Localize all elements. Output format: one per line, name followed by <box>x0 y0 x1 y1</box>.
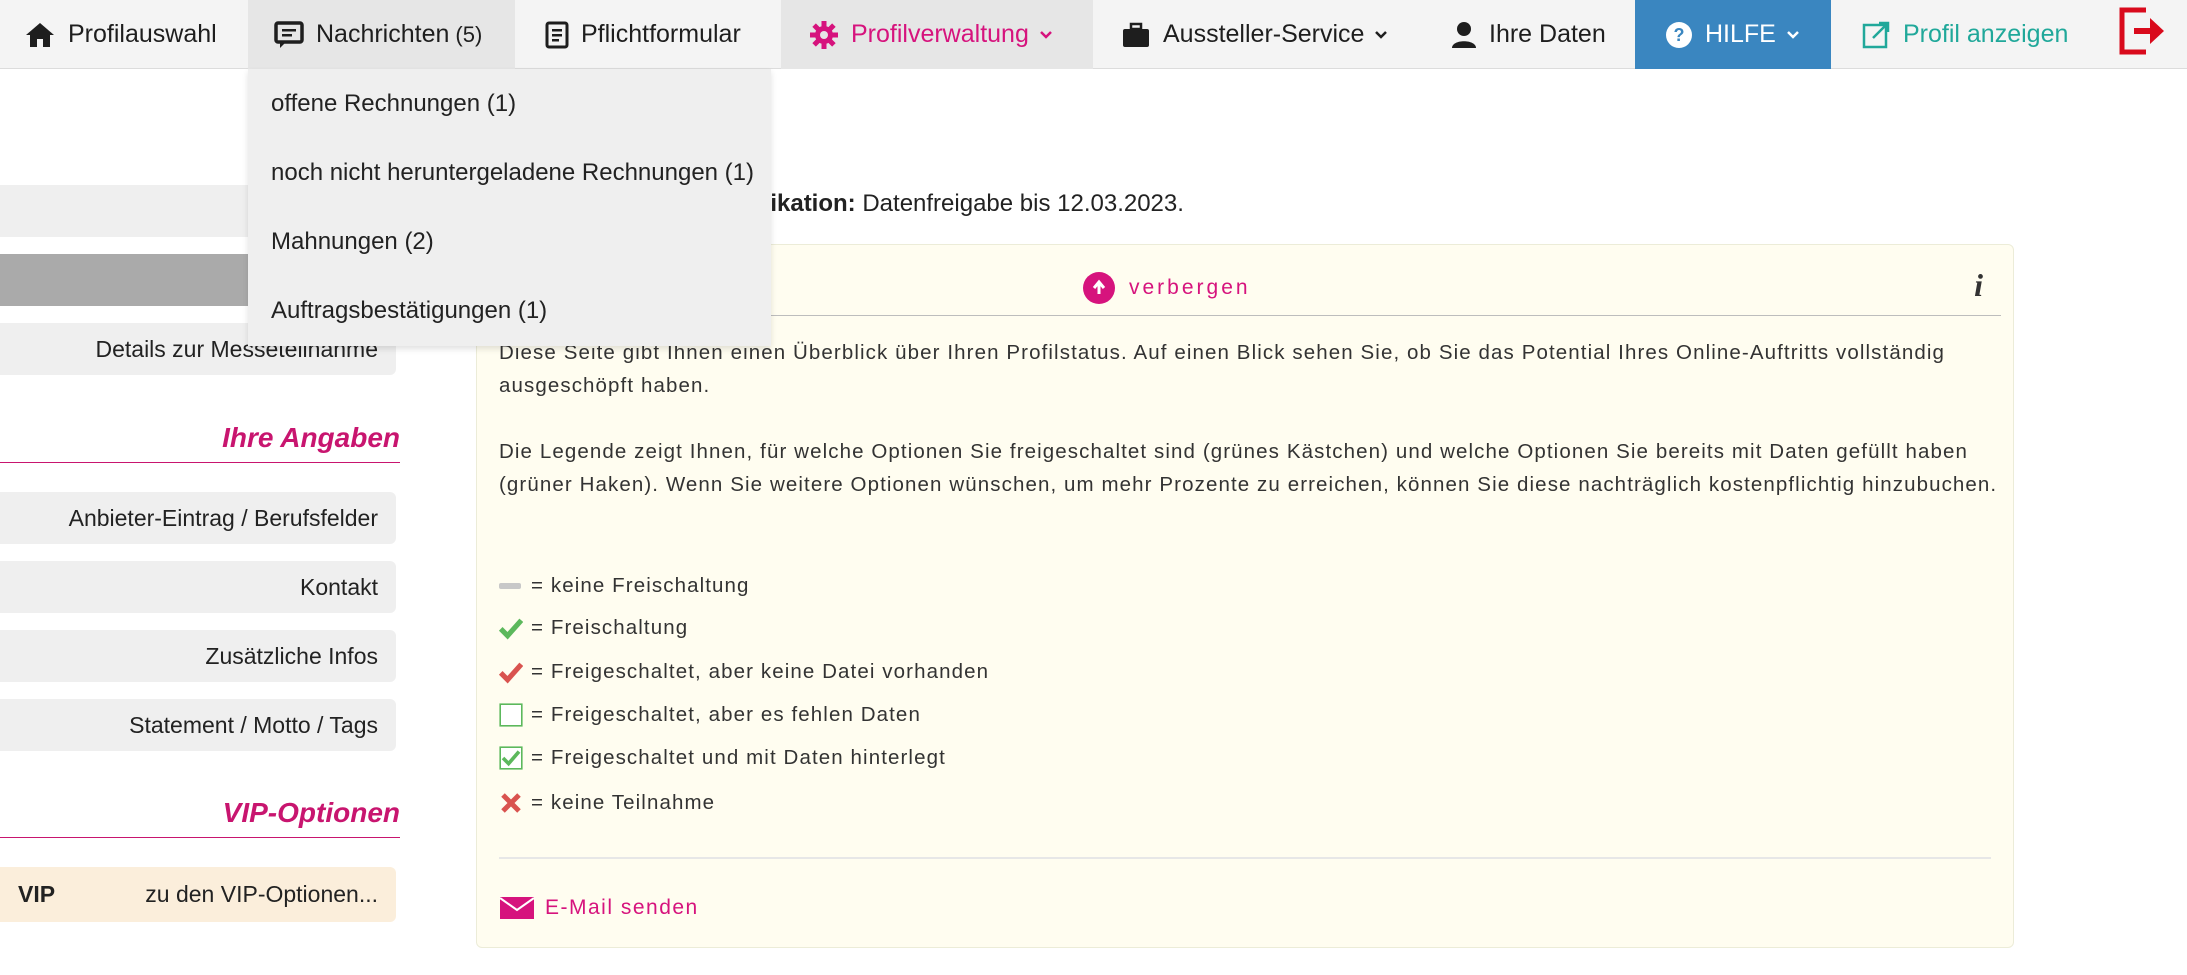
sidebar-item-label: Kontakt <box>300 574 378 600</box>
envelope-icon <box>499 895 535 921</box>
menu-item-order-confirmations[interactable]: Auftragsbestätigungen (1) <box>271 297 547 325</box>
sidebar-item-label: Anbieter-Eintrag / Berufsfelder <box>68 505 378 531</box>
checked-box-icon <box>499 744 523 772</box>
top-navigation: Profilauswahl Nachrichten (5) Pflichtfor… <box>0 0 2187 69</box>
chevron-down-icon <box>1786 30 1800 40</box>
legend-label: = Freischaltung <box>531 616 689 639</box>
legend-row-no-file: = Freigeschaltet, aber keine Datei vorha… <box>499 658 989 686</box>
dash-icon <box>499 572 523 600</box>
arrow-up-circle-icon <box>1083 272 1115 304</box>
legend-label: = Freigeschaltet und mit Daten hinterleg… <box>531 746 946 769</box>
sidebar-section-your-info: Ihre Angaben <box>0 422 400 463</box>
briefcase-icon <box>1121 21 1151 49</box>
message-icon <box>274 20 304 49</box>
sidebar-item-contact[interactable]: Kontakt <box>0 561 396 613</box>
hide-info-toggle[interactable]: verbergen <box>1083 272 1251 304</box>
question-circle-icon: ? <box>1665 21 1693 49</box>
nav-profile-admin[interactable]: Profilverwaltung <box>781 0 1093 69</box>
publication-value: Datenfreigabe bis 12.03.2023. <box>862 190 1184 217</box>
publication-status: plikation: Datenfreigabe bis 12.03.2023. <box>749 190 1184 218</box>
nav-profile-admin-label: Profilverwaltung <box>851 20 1029 48</box>
messages-dropdown-menu: offene Rechnungen (1) noch nicht herunte… <box>248 69 771 346</box>
nav-profile-select-label: Profilauswahl <box>68 20 217 48</box>
check-red-icon <box>499 658 523 686</box>
sidebar-item-provider-entry[interactable]: Anbieter-Eintrag / Berufsfelder <box>0 492 396 544</box>
legend-row-none: = keine Freischaltung <box>499 572 750 600</box>
cross-red-icon <box>499 789 523 817</box>
nav-help[interactable]: ? HILFE <box>1635 0 1831 69</box>
external-link-icon <box>1861 20 1891 50</box>
nav-mandatory-form[interactable]: Pflichtformular <box>515 0 781 69</box>
legend-label: = Freigeschaltet, aber es fehlen Daten <box>531 703 921 726</box>
chevron-down-icon <box>1374 30 1388 40</box>
nav-your-data[interactable]: Ihre Daten <box>1413 0 1635 69</box>
menu-item-reminders[interactable]: Mahnungen (2) <box>271 228 434 256</box>
sidebar-item-statement[interactable]: Statement / Motto / Tags <box>0 699 396 751</box>
sidebar-item-label: Statement / Motto / Tags <box>129 712 378 738</box>
info-paragraph-legend: Die Legende zeigt Ihnen, für welche Opti… <box>499 440 1998 496</box>
nav-messages[interactable]: Nachrichten (5) <box>248 0 515 69</box>
chevron-down-icon <box>1039 30 1053 40</box>
sidebar-section-vip: VIP-Optionen <box>0 797 400 838</box>
nav-profile-select[interactable]: Profilauswahl <box>0 0 248 69</box>
legend-label: = Freigeschaltet, aber keine Datei vorha… <box>531 660 990 683</box>
empty-box-icon <box>499 701 523 729</box>
messages-count-badge: (5) <box>455 21 483 47</box>
nav-show-profile-label: Profil anzeigen <box>1903 20 2069 48</box>
document-icon <box>545 21 569 49</box>
menu-item-open-invoices[interactable]: offene Rechnungen (1) <box>271 90 516 118</box>
svg-text:?: ? <box>1674 25 1685 45</box>
nav-exhibitor-service-label: Aussteller-Service <box>1163 20 1365 48</box>
legend-label: = keine Teilnahme <box>531 791 716 814</box>
legend-row-no-participation: = keine Teilnahme <box>499 789 715 817</box>
legend-row-unlocked: = Freischaltung <box>499 614 688 642</box>
hide-info-label: verbergen <box>1129 276 1251 299</box>
gear-icon <box>809 20 839 50</box>
nav-messages-label: Nachrichten <box>316 20 450 48</box>
nav-exhibitor-service[interactable]: Aussteller-Service <box>1093 0 1413 69</box>
send-email-link[interactable]: E-Mail senden <box>499 895 699 921</box>
vip-options-link: zu den VIP-Optionen... <box>145 881 378 907</box>
home-icon <box>24 21 56 49</box>
nav-mandatory-form-label: Pflichtformular <box>581 20 741 48</box>
legend-row-missing-data: = Freigeschaltet, aber es fehlen Daten <box>499 701 921 729</box>
info-box: verbergen i Diese Seite gibt Ihnen einen… <box>476 244 2014 948</box>
menu-item-undownloaded-invoices[interactable]: noch nicht heruntergeladene Rechnungen (… <box>271 159 754 187</box>
legend-row-complete: = Freigeschaltet und mit Daten hinterleg… <box>499 744 946 772</box>
legend-label: = keine Freischaltung <box>531 574 750 597</box>
sidebar-item-label: Zusätzliche Infos <box>205 643 378 669</box>
sidebar-item-vip[interactable]: VIP zu den VIP-Optionen... <box>0 867 396 922</box>
divider <box>499 857 1991 859</box>
sidebar-item-extra-info[interactable]: Zusätzliche Infos <box>0 630 396 682</box>
user-icon <box>1451 21 1477 49</box>
logout-button[interactable] <box>2098 0 2187 69</box>
info-icon[interactable]: i <box>1974 267 1983 304</box>
vip-label: VIP <box>18 881 56 907</box>
nav-show-profile[interactable]: Profil anzeigen <box>1831 0 2098 69</box>
logout-icon <box>2118 6 2168 63</box>
nav-help-label: HILFE <box>1705 20 1776 48</box>
nav-your-data-label: Ihre Daten <box>1489 20 1606 48</box>
send-email-label: E-Mail senden <box>545 896 699 919</box>
check-green-icon <box>499 614 523 642</box>
